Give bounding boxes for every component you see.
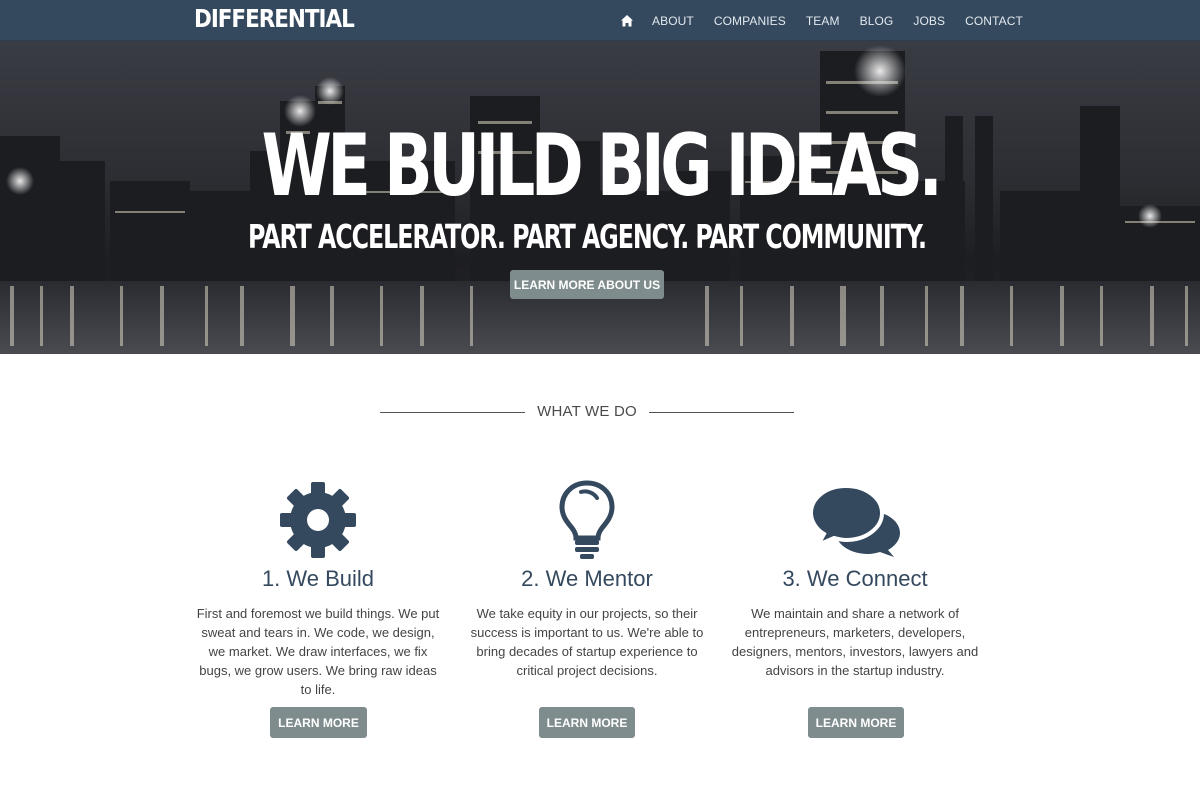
card-title: 1. We Build (261, 566, 375, 591)
card-we-connect: 3. We Connect We maintain and share a ne… (725, 480, 985, 680)
nav-about[interactable]: ABOUT (652, 14, 694, 28)
lightbulb-icon (457, 480, 717, 560)
card-text: First and foremost we build things. We p… (196, 606, 440, 697)
hero-banner: WE BUILD BIG IDEAS. PART ACCELERATOR. PA… (0, 41, 1200, 354)
card-title: 3. We Connect (782, 566, 928, 591)
top-navbar: DIFFERENTIAL ABOUT COMPANIES TEAM BLOG J… (0, 0, 1200, 41)
section-heading: WHAT WE DO (380, 403, 794, 423)
hero-title: WE BUILD BIG IDEAS. (261, 116, 943, 216)
learn-more-connect-button[interactable]: LEARN MORE (808, 707, 904, 738)
nav-blog[interactable]: BLOG (860, 14, 894, 28)
nav-companies[interactable]: COMPANIES (714, 14, 786, 28)
brand-logo[interactable]: DIFFERENTIAL (194, 4, 355, 33)
card-we-build: 1. We Build First and foremost we build … (188, 480, 448, 699)
learn-more-build-button[interactable]: LEARN MORE (270, 707, 367, 738)
learn-more-mentor-button[interactable]: LEARN MORE (539, 707, 635, 738)
learn-more-about-us-button[interactable]: LEARN MORE ABOUT US (510, 270, 664, 299)
nav-jobs[interactable]: JOBS (913, 14, 945, 28)
chat-bubbles-icon (725, 480, 985, 560)
gear-icon (188, 480, 448, 560)
divider-left (380, 412, 525, 413)
home-icon[interactable] (620, 14, 634, 28)
card-title: 2. We Mentor (521, 566, 653, 591)
divider-right (649, 412, 794, 413)
nav-team[interactable]: TEAM (806, 14, 840, 28)
card-text: We maintain and share a network of entre… (731, 606, 979, 678)
nav-contact[interactable]: CONTACT (965, 14, 1023, 28)
section-title: WHAT WE DO (537, 403, 637, 420)
card-text: We take equity in our projects, so their… (470, 606, 704, 678)
nav-menu: ABOUT COMPANIES TEAM BLOG JOBS CONTACT (620, 0, 1043, 41)
hero-subtitle: PART ACCELERATOR. PART AGENCY. PART COMM… (248, 217, 927, 256)
card-we-mentor: 2. We Mentor We take equity in our proje… (457, 480, 717, 680)
